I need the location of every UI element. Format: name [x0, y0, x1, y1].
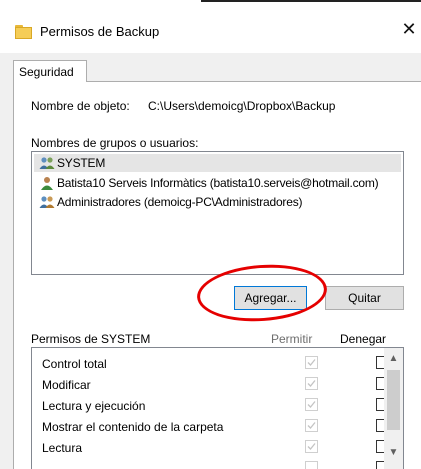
permission-row: Modificar — [32, 374, 389, 395]
list-item-label: Batista10 Serveis Informàtics (batista10… — [57, 176, 379, 190]
list-item-label: Administradores (demoicg-PC\Administrado… — [57, 195, 303, 209]
object-name-value: C:\Users\demoicg\Dropbox\Backup — [148, 99, 336, 113]
permission-name: Modificar — [42, 378, 91, 392]
users-group-icon — [39, 196, 55, 208]
groups-listbox[interactable]: SYSTEM Batista10 Serveis Informàtics (ba… — [31, 151, 404, 275]
allow-checkbox[interactable] — [305, 398, 318, 411]
close-icon[interactable]: ✕ — [398, 18, 420, 40]
title-bar: Permisos de Backup ✕ — [0, 3, 421, 53]
permission-name: Control total — [42, 357, 107, 371]
groups-label: Nombres de grupos o usuarios: — [31, 136, 199, 150]
allow-header: Permitir — [271, 332, 313, 346]
user-icon — [41, 177, 53, 190]
scroll-down-icon[interactable]: ▼ — [384, 444, 403, 461]
top-strip-dark — [201, 0, 421, 2]
users-group-icon — [39, 157, 55, 169]
allow-checkbox[interactable] — [305, 377, 318, 390]
object-name-label: Nombre de objeto: — [31, 99, 130, 113]
list-item-label: SYSTEM — [57, 156, 106, 170]
allow-checkbox[interactable] — [305, 419, 318, 432]
permission-row: Lectura — [32, 437, 389, 458]
list-item-administradores[interactable]: Administradores (demoicg-PC\Administrado… — [34, 193, 401, 211]
folder-icon — [15, 25, 32, 39]
permissions-scrollbar[interactable]: ▲ ▼ — [384, 348, 403, 469]
check-icon — [307, 443, 316, 450]
scrollbar-thumb[interactable] — [387, 370, 400, 430]
remove-button[interactable]: Quitar — [325, 286, 404, 310]
deny-header: Denegar — [340, 332, 387, 346]
check-icon — [307, 380, 316, 387]
check-icon — [307, 401, 316, 408]
scroll-up-icon[interactable]: ▲ — [384, 350, 403, 367]
permissions-list: Control total Modificar Lectura y ejecuc… — [31, 347, 404, 469]
permission-name: Lectura — [42, 441, 83, 455]
list-item-system[interactable]: SYSTEM — [34, 154, 401, 172]
folder-icon-body — [15, 27, 32, 39]
check-icon — [307, 359, 316, 366]
permission-name: Lectura y ejecución — [42, 399, 146, 413]
tab-seguridad[interactable]: Seguridad — [13, 60, 87, 82]
check-icon — [307, 422, 316, 429]
permission-row-partial — [32, 458, 389, 469]
permission-row: Mostrar el contenido de la carpeta — [32, 416, 389, 437]
list-item-user-batista[interactable]: Batista10 Serveis Informàtics (batista10… — [34, 174, 401, 192]
window-title: Permisos de Backup — [40, 24, 160, 39]
allow-checkbox[interactable] — [305, 356, 318, 369]
permissions-label: Permisos de SYSTEM — [31, 332, 151, 346]
allow-checkbox[interactable] — [305, 461, 318, 469]
permission-row: Control total — [32, 353, 389, 374]
permission-name: Mostrar el contenido de la carpeta — [42, 420, 224, 434]
permission-row: Lectura y ejecución — [32, 395, 389, 416]
allow-checkbox[interactable] — [305, 440, 318, 453]
